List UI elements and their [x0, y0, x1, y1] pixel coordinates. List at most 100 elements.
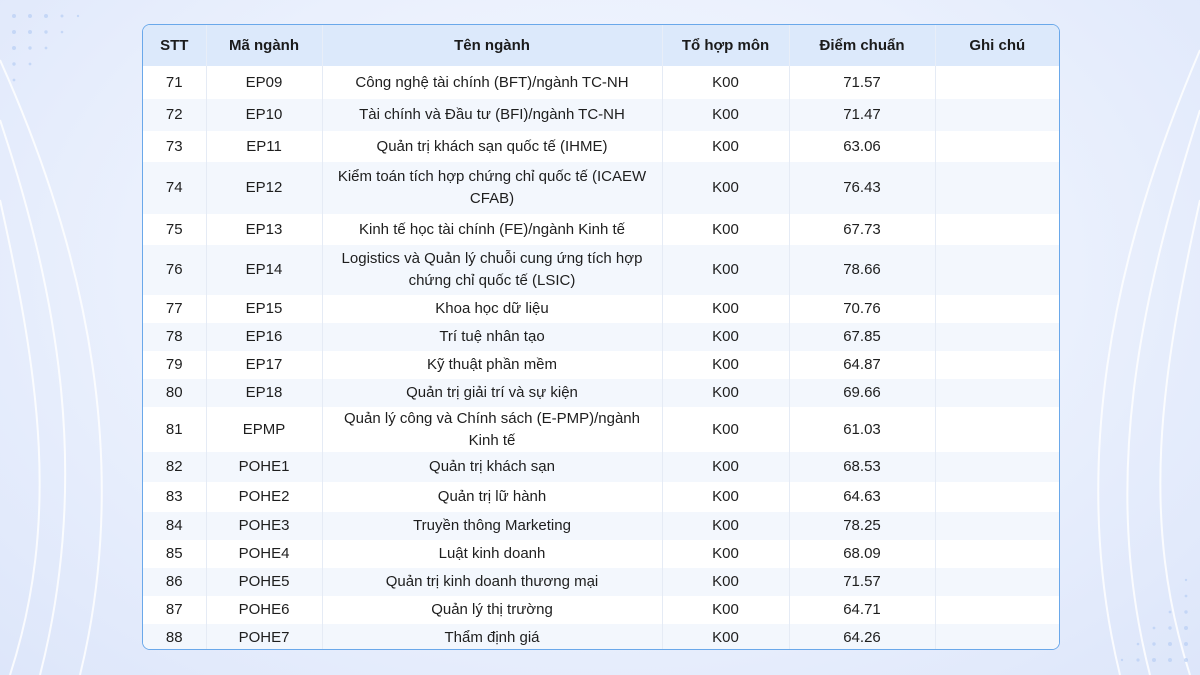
- table-row: 79 EP17 Kỹ thuật phần mềm K00 64.87: [143, 351, 1059, 379]
- cell-diem-chuan: 64.26: [789, 624, 936, 649]
- cell-stt: 74: [143, 162, 207, 214]
- cell-diem-chuan: 64.63: [789, 482, 936, 512]
- cell-diem-chuan: 61.03: [789, 407, 936, 452]
- cell-ghi-chu: [935, 245, 1059, 295]
- cell-ma-nganh: POHE4: [206, 540, 323, 568]
- cell-to-hop-mon: K00: [662, 379, 790, 407]
- cell-ghi-chu: [935, 512, 1059, 540]
- cell-diem-chuan: 71.57: [789, 66, 936, 99]
- cell-to-hop-mon: K00: [662, 452, 790, 482]
- cell-ghi-chu: [935, 482, 1059, 512]
- table-row: 74 EP12 Kiểm toán tích hợp chứng chỉ quốc …: [143, 162, 1059, 214]
- cell-diem-chuan: 71.57: [789, 568, 936, 596]
- table-row: 72 EP10 Tài chính và Đầu tư (BFI)/ngành TC…: [143, 99, 1059, 131]
- cell-to-hop-mon: K00: [662, 295, 790, 323]
- cell-stt: 87: [143, 596, 207, 624]
- cell-stt: 81: [143, 407, 207, 452]
- cell-to-hop-mon: K00: [662, 624, 790, 649]
- cell-ghi-chu: [935, 99, 1059, 131]
- cell-ma-nganh: EP15: [206, 295, 323, 323]
- cell-stt: 75: [143, 214, 207, 245]
- header-stt: STT: [143, 25, 207, 66]
- cell-ten-nganh: Kinh tế học tài chính (FE)/ngành Kinh tế: [322, 214, 663, 245]
- cell-ma-nganh: EP12: [206, 162, 323, 214]
- cell-ten-nganh: Quản trị kinh doanh thương mại: [322, 568, 663, 596]
- cell-ten-nganh: Quản trị giải trí và sự kiện: [322, 379, 663, 407]
- cell-to-hop-mon: K00: [662, 512, 790, 540]
- cell-ghi-chu: [935, 162, 1059, 214]
- cell-ghi-chu: [935, 66, 1059, 99]
- cell-ma-nganh: EP17: [206, 351, 323, 379]
- table-row: 85 POHE4 Luật kinh doanh K00 68.09: [143, 540, 1059, 568]
- cell-ma-nganh: POHE2: [206, 482, 323, 512]
- cell-stt: 78: [143, 323, 207, 351]
- cell-ten-nganh: Quản trị khách sạn quốc tế (IHME): [322, 131, 663, 162]
- cell-to-hop-mon: K00: [662, 596, 790, 624]
- cell-ten-nganh: Quản lý thị trường: [322, 596, 663, 624]
- header-ten-nganh: Tên ngành: [322, 25, 663, 66]
- cell-stt: 71: [143, 66, 207, 99]
- cell-ma-nganh: EP18: [206, 379, 323, 407]
- cell-to-hop-mon: K00: [662, 99, 790, 131]
- cell-ma-nganh: POHE7: [206, 624, 323, 649]
- cell-ma-nganh: POHE3: [206, 512, 323, 540]
- cell-to-hop-mon: K00: [662, 245, 790, 295]
- cell-stt: 83: [143, 482, 207, 512]
- cell-ten-nganh: Công nghệ tài chính (BFT)/ngành TC-NH: [322, 66, 663, 99]
- cell-ten-nganh: Luật kinh doanh: [322, 540, 663, 568]
- cell-ten-nganh: Truyền thông Marketing: [322, 512, 663, 540]
- cell-ma-nganh: EP16: [206, 323, 323, 351]
- cell-diem-chuan: 63.06: [789, 131, 936, 162]
- cell-ghi-chu: [935, 596, 1059, 624]
- cell-stt: 79: [143, 351, 207, 379]
- cell-stt: 80: [143, 379, 207, 407]
- cell-stt: 84: [143, 512, 207, 540]
- cell-ten-nganh: Khoa học dữ liệu: [322, 295, 663, 323]
- cell-diem-chuan: 70.76: [789, 295, 936, 323]
- table-row: 86 POHE5 Quản trị kinh doanh thương mại K00…: [143, 568, 1059, 596]
- cell-diem-chuan: 78.25: [789, 512, 936, 540]
- cell-ma-nganh: EP10: [206, 99, 323, 131]
- cell-ten-nganh: Thẩm định giá: [322, 624, 663, 649]
- table-row: 80 EP18 Quản trị giải trí và sự kiện K00 69.…: [143, 379, 1059, 407]
- table-row: 73 EP11 Quản trị khách sạn quốc tế (IHME) K…: [143, 131, 1059, 162]
- cell-diem-chuan: 76.43: [789, 162, 936, 214]
- cell-ten-nganh: Quản trị khách sạn: [322, 452, 663, 482]
- cell-ten-nganh: Kỹ thuật phần mềm: [322, 351, 663, 379]
- cell-ghi-chu: [935, 452, 1059, 482]
- table-row: 76 EP14 Logistics và Quản lý chuỗi cung ứn…: [143, 245, 1059, 295]
- table-row: 84 POHE3 Truyền thông Marketing K00 78.25: [143, 512, 1059, 540]
- cell-ghi-chu: [935, 540, 1059, 568]
- cell-to-hop-mon: K00: [662, 162, 790, 214]
- table-header-row: STT Mã ngành Tên ngành Tổ hợp môn Điểm c…: [143, 25, 1059, 66]
- cell-ghi-chu: [935, 407, 1059, 452]
- cell-ma-nganh: POHE5: [206, 568, 323, 596]
- admission-scores-table: STT Mã ngành Tên ngành Tổ hợp môn Điểm c…: [143, 25, 1059, 649]
- cell-to-hop-mon: K00: [662, 214, 790, 245]
- cell-to-hop-mon: K00: [662, 407, 790, 452]
- cell-diem-chuan: 68.53: [789, 452, 936, 482]
- dot-pattern-topleft: [12, 14, 80, 82]
- cell-ten-nganh: Tài chính và Đầu tư (BFI)/ngành TC-NH: [322, 99, 663, 131]
- cell-ten-nganh: Logistics và Quản lý chuỗi cung ứng tích…: [322, 245, 663, 295]
- cell-diem-chuan: 69.66: [789, 379, 936, 407]
- cell-ma-nganh: EP14: [206, 245, 323, 295]
- cell-ghi-chu: [935, 295, 1059, 323]
- cell-ten-nganh: Quản trị lữ hành: [322, 482, 663, 512]
- cell-stt: 76: [143, 245, 207, 295]
- header-ma-nganh: Mã ngành: [206, 25, 323, 66]
- cell-diem-chuan: 68.09: [789, 540, 936, 568]
- cell-ghi-chu: [935, 323, 1059, 351]
- cell-ghi-chu: [935, 568, 1059, 596]
- cell-diem-chuan: 67.73: [789, 214, 936, 245]
- cell-ma-nganh: POHE6: [206, 596, 323, 624]
- cell-stt: 82: [143, 452, 207, 482]
- cell-ten-nganh: Kiểm toán tích hợp chứng chỉ quốc tế (IC…: [322, 162, 663, 214]
- table-row: 87 POHE6 Quản lý thị trường K00 64.71: [143, 596, 1059, 624]
- cell-to-hop-mon: K00: [662, 323, 790, 351]
- table-row: 78 EP16 Trí tuệ nhân tạo K00 67.85: [143, 323, 1059, 351]
- header-to-hop-mon: Tổ hợp môn: [662, 25, 790, 66]
- cell-diem-chuan: 71.47: [789, 99, 936, 131]
- cell-stt: 77: [143, 295, 207, 323]
- header-diem-chuan: Điểm chuẩn: [789, 25, 936, 66]
